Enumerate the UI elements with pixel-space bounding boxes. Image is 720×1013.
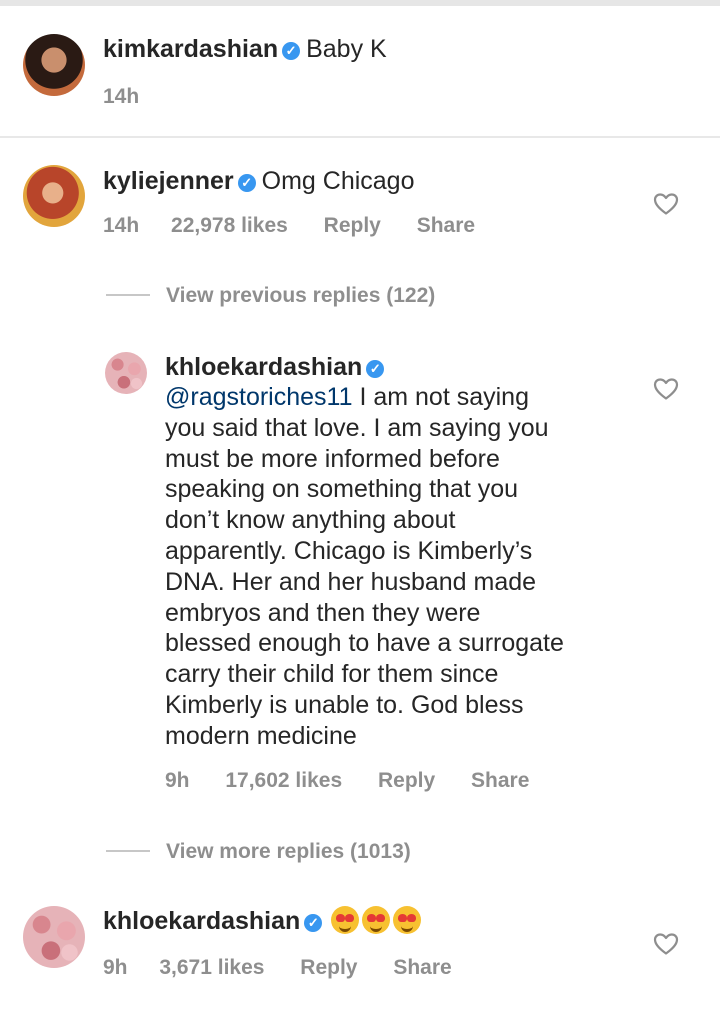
section-divider <box>0 136 720 138</box>
reply-text-line: embryos and then they were <box>165 598 481 627</box>
reply-text-line: I am not saying <box>352 383 529 411</box>
timestamp: 9h <box>165 769 190 792</box>
heart-outline-icon[interactable] <box>653 377 679 401</box>
avatar[interactable] <box>105 352 147 394</box>
top-divider <box>0 0 720 6</box>
reply-text-line: you said that love. I am saying you <box>165 413 549 442</box>
reply-button[interactable]: Reply <box>378 769 435 793</box>
reply-text: @ragstoriches11 I am not saying you said… <box>165 382 645 752</box>
reply-text-line: DNA. Her and her husband made <box>165 567 537 596</box>
view-more-replies[interactable]: View more replies (1013) <box>106 840 411 864</box>
reply-text-line: carry their child for them since <box>165 660 499 689</box>
reply-text-line: apparently. Chicago is Kimberly’s <box>165 536 533 565</box>
verified-badge-icon: ✓ <box>237 174 256 192</box>
username[interactable]: khloekardashian <box>103 907 300 935</box>
comment-text: Baby K <box>306 35 387 63</box>
comment-text: Omg Chicago <box>261 167 415 195</box>
view-previous-label[interactable]: View previous replies (122) <box>166 284 435 307</box>
avatar[interactable] <box>23 906 85 968</box>
avatar[interactable] <box>23 165 85 227</box>
share-button[interactable]: Share <box>471 769 529 793</box>
verified-badge-icon: ✓ <box>304 914 323 932</box>
timestamp: 14h <box>103 85 140 108</box>
reply-button[interactable]: Reply <box>324 214 381 238</box>
timestamp: 14h <box>103 214 140 237</box>
username[interactable]: khloekardashian <box>165 353 362 381</box>
username[interactable]: kimkardashian <box>103 35 278 63</box>
heart-eyes-emoji-icon <box>362 906 391 934</box>
verified-badge-icon: ✓ <box>366 360 385 378</box>
reply-text-line: don’t know anything about <box>165 506 456 535</box>
thread-line <box>106 850 150 852</box>
avatar[interactable] <box>23 34 85 96</box>
view-previous-replies[interactable]: View previous replies (122) <box>106 284 435 308</box>
view-more-label[interactable]: View more replies (1013) <box>166 840 411 863</box>
username[interactable]: kyliejenner <box>103 167 234 195</box>
heart-outline-icon[interactable] <box>653 192 679 216</box>
verified-badge-icon: ✓ <box>282 42 301 60</box>
mention-link[interactable]: @ragstoriches11 <box>165 383 353 411</box>
reply-text-line: must be more informed before <box>165 444 500 473</box>
reply-text-line: speaking on something that you <box>165 475 519 504</box>
likes-count[interactable]: 22,978 likes <box>171 214 288 238</box>
share-button[interactable]: Share <box>417 214 475 238</box>
likes-count[interactable]: 17,602 likes <box>225 769 342 793</box>
share-button[interactable]: Share <box>393 956 451 980</box>
heart-eyes-emoji-icon <box>393 906 422 934</box>
likes-count[interactable]: 3,671 likes <box>159 956 264 980</box>
reply-text-line: Kimberly is unable to. God bless <box>165 690 524 719</box>
reply-text-line: modern medicine <box>165 721 357 750</box>
thread-line <box>106 294 150 296</box>
timestamp: 9h <box>103 956 128 979</box>
reply-text-line: blessed enough to have a surrogate <box>165 629 564 658</box>
heart-outline-icon[interactable] <box>653 932 679 956</box>
reply-button[interactable]: Reply <box>300 956 357 980</box>
heart-eyes-emoji-icon <box>331 906 360 934</box>
